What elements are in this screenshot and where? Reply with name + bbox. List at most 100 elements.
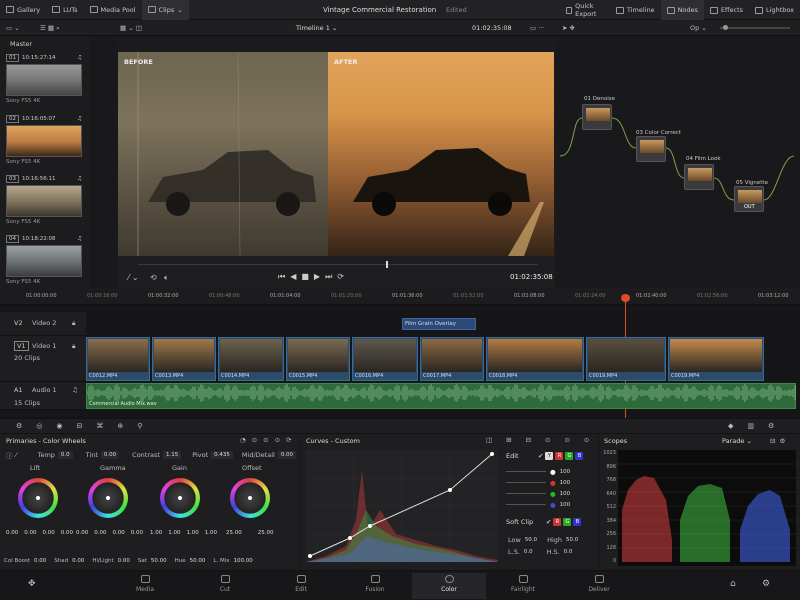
media-clip[interactable]: 04 10:18:22:08 ♫ Sony FS5 4K xyxy=(6,234,82,285)
timeline-button[interactable]: Timeline xyxy=(610,0,661,20)
speaker-icon[interactable]: 🔈︎ xyxy=(164,273,169,283)
quick-export-button[interactable]: Quick Export xyxy=(560,0,610,20)
effects-button[interactable]: Effects xyxy=(704,0,749,20)
timeline-clip[interactable]: C0015.MP4 xyxy=(286,337,350,381)
timeline-ruler[interactable]: 01:00:00:00 01:00:16:00 01:00:32:00 01:00:4… xyxy=(0,288,800,305)
gallery-button[interactable]: Gallery xyxy=(0,0,46,20)
page-color[interactable]: Color xyxy=(412,573,486,599)
panel-layout-icon[interactable]: ▭ ⌄ xyxy=(6,24,20,32)
tool-icons-left[interactable]: ⚙◎◉⊟⌘⊕⚲ xyxy=(16,422,156,430)
link-icon[interactable]: ✔ xyxy=(546,518,551,526)
dropper-icon[interactable]: ⁄ ⌄ xyxy=(128,273,139,282)
page-deliver[interactable]: Deliver xyxy=(562,573,636,599)
middetail-value[interactable]: 0.00 xyxy=(277,451,297,459)
timeline-clip[interactable]: C0017.MP4 xyxy=(420,337,484,381)
node-denoise[interactable] xyxy=(582,104,612,130)
g-swatch[interactable]: G xyxy=(563,518,572,526)
viewer-menu-icon[interactable]: ▭ ··· xyxy=(530,24,544,32)
curves-graph[interactable] xyxy=(306,450,498,562)
timeline-clip[interactable]: C0014.MP4 xyxy=(218,337,284,381)
scope-options-icons[interactable]: ⊟⚙ xyxy=(770,437,789,445)
audio-meter-icon[interactable]: ♫ xyxy=(72,386,78,394)
node-graph[interactable]: 01 Denoise 03 Color Correct 04 Film Look… xyxy=(556,36,800,288)
page-cut[interactable]: Cut xyxy=(188,573,262,599)
scrubber-handle[interactable] xyxy=(386,261,388,268)
track-header-v2[interactable]: V2 Video 2 🔒︎ xyxy=(0,312,86,336)
timeline-clip[interactable]: C0018.MP4 xyxy=(486,337,584,381)
r-swatch[interactable]: R xyxy=(555,452,564,460)
lift-values[interactable]: 0.00 0.00 0.00 0.00 xyxy=(6,530,73,536)
clip-name: C0014.MP4 xyxy=(221,373,250,379)
offset-values[interactable]: 25.00 25.00 xyxy=(226,530,274,536)
pointer-icon[interactable]: ➤ ✥ xyxy=(562,24,575,32)
node-mode-select[interactable]: Op ⌄ xyxy=(690,24,707,32)
contrast-value[interactable]: 1.15 xyxy=(162,451,182,459)
timeline-clip[interactable]: C0016.MP4 xyxy=(352,337,418,381)
timeline-clip[interactable]: C0013.MP4 xyxy=(152,337,216,381)
y-swatch[interactable]: Y xyxy=(545,452,554,460)
page-media[interactable]: Media xyxy=(108,573,182,599)
media-clip[interactable]: 03 10:16:56:11 ♫ Sony FS5 4K xyxy=(6,174,82,225)
settings-gear-icon[interactable]: ⚙ xyxy=(762,579,770,589)
gain-values[interactable]: 1.00 1.00 1.00 1.00 xyxy=(150,530,217,536)
node-color-correct[interactable] xyxy=(636,136,666,162)
primaries-mode-icons[interactable]: ◔⊙⊙⊙⟳ xyxy=(240,436,297,444)
link-icon[interactable]: ✔ xyxy=(538,452,543,460)
audio-clip[interactable]: Commercial Audio Mix.wav xyxy=(86,383,796,409)
r-swatch[interactable]: R xyxy=(553,518,562,526)
timeline-clip[interactable]: C0019.MP4 xyxy=(668,337,764,381)
lock-icon[interactable]: 🔒︎ xyxy=(72,319,75,328)
channel-toggles[interactable]: ✔ Y R G B xyxy=(538,452,584,460)
page-fairlight[interactable]: Fairlight xyxy=(486,573,560,599)
offset-wheel[interactable] xyxy=(230,478,270,518)
media-pool-button[interactable]: Media Pool xyxy=(84,0,142,20)
node-vignette[interactable]: OUT xyxy=(734,186,764,212)
track-clip-film-grain[interactable]: Film Grain Overlay xyxy=(402,318,476,330)
home-icon[interactable]: ⌂ xyxy=(730,579,736,589)
lift-wheel[interactable] xyxy=(18,478,58,518)
info-icon[interactable]: ⓘ xyxy=(6,450,13,460)
scrubber-track[interactable] xyxy=(138,264,538,265)
page-fusion[interactable]: Fusion xyxy=(338,573,412,599)
playhead-handle[interactable] xyxy=(621,294,630,302)
b-swatch[interactable]: B xyxy=(575,452,584,460)
ruler-tick-label: 01:00:32:00 xyxy=(148,293,179,299)
viewer[interactable]: BEFORE AFTER xyxy=(118,52,554,256)
track-header-a1[interactable]: A1 Audio 1 15 Clips ♫ xyxy=(0,382,86,410)
scopes-panel: Scopes Parade ⌄ ⊟⚙ 1023 896 768 640 512 384 25… xyxy=(600,434,800,570)
edit-values: ● 100 ● 100 ● 100 ● 100 xyxy=(506,466,592,510)
g-swatch[interactable]: G xyxy=(565,452,574,460)
nodes-button[interactable]: Nodes xyxy=(660,0,704,20)
temp-value[interactable]: 0.0 xyxy=(57,451,73,459)
scope-mode-select[interactable]: Parade ⌄ xyxy=(722,437,752,445)
gamma-wheel[interactable] xyxy=(88,478,128,518)
page-edit[interactable]: Edit xyxy=(264,573,338,599)
lock-icon[interactable]: 🔒︎ xyxy=(72,342,75,351)
clips-button[interactable]: Clips ⌄ xyxy=(141,0,189,20)
gain-wheel[interactable] xyxy=(160,478,200,518)
timeline-clip[interactable]: C0012.MP4 xyxy=(86,337,150,381)
pivot-value[interactable]: 0.435 xyxy=(211,451,233,459)
loop-icon[interactable]: ⟲ xyxy=(150,273,157,282)
curves-mode-icons[interactable]: ◫⊞⊟⊙⊙⊙ xyxy=(486,436,603,444)
softclip-toggles[interactable]: ✔ R G B xyxy=(546,518,582,526)
view-options-icon[interactable]: ▦ ⌄ ◫ xyxy=(120,24,142,32)
media-pool-panel: Master 01 10:15:27:14 ♫ Sony FS5 4K 02 10:1… xyxy=(0,36,90,288)
node-zoom-slider[interactable] xyxy=(720,25,790,30)
timeline-clip[interactable]: C0019.MP4 xyxy=(586,337,666,381)
timeline-selector[interactable]: Timeline 1 ⌄ xyxy=(296,24,337,32)
media-clip[interactable]: 02 10:16:05:07 ♫ Sony FS5 4K xyxy=(6,114,82,165)
clip-name: C0019.MP4 xyxy=(671,373,700,379)
playback-controls[interactable]: ⏮◀■▶⏭⟳ xyxy=(278,272,349,282)
tool-icons-right[interactable]: ◆▥⚙ xyxy=(728,422,788,430)
node-film-look[interactable] xyxy=(684,164,714,190)
list-view-icon[interactable]: ☰ ▦ ⌕ xyxy=(40,24,60,33)
media-clip[interactable]: 01 10:15:27:14 ♫ Sony FS5 4K xyxy=(6,53,82,104)
luts-button[interactable]: LUTs xyxy=(46,0,83,20)
lightbox-button[interactable]: Lightbox xyxy=(749,0,800,20)
tint-value[interactable]: 0.00 xyxy=(100,451,120,459)
track-header-v1[interactable]: V1 Video 1 20 Clips 🔒︎ xyxy=(0,336,86,382)
picker-icon[interactable]: ⁄ xyxy=(16,451,17,459)
b-swatch[interactable]: B xyxy=(573,518,582,526)
gamma-values[interactable]: 0.00 0.00 0.00 0.00 xyxy=(76,530,143,536)
